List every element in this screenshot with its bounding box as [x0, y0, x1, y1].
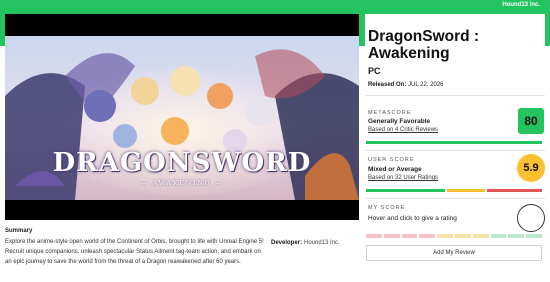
userscore-distribution-bar — [366, 189, 543, 192]
userscore-badge[interactable]: 5.9 — [517, 154, 545, 182]
my-score-circle[interactable] — [517, 204, 545, 232]
metascore-distribution-bar — [366, 141, 542, 144]
myscore-label: MY SCORE — [368, 205, 406, 211]
hero-media[interactable]: DRAGONSWORD — AWAKENING — — [5, 14, 359, 220]
platform-label: PC — [368, 66, 381, 76]
rating-8[interactable] — [490, 234, 507, 238]
critic-reviews-link[interactable]: Based on 4 Critic Reviews — [368, 127, 438, 133]
publisher-name[interactable]: Hound13 Inc. — [502, 2, 540, 8]
rating-prompt: Hover and click to give a rating — [368, 215, 457, 222]
add-review-button[interactable]: Add My Review — [366, 245, 542, 261]
release-date: Released On: JUL 22, 2026 — [368, 82, 444, 88]
summary-heading: Summary — [5, 228, 33, 234]
metascore-verdict: Generally Favorable — [368, 118, 431, 125]
rating-9[interactable] — [508, 234, 525, 238]
key-art-image: DRAGONSWORD — AWAKENING — — [5, 36, 359, 200]
score-panel: DragonSword : Awakening PC Released On: … — [365, 14, 545, 282]
userscore-label: USER SCORE — [368, 157, 415, 163]
rating-scale[interactable] — [366, 234, 542, 238]
game-logo: DRAGONSWORD — [52, 148, 312, 178]
rating-10[interactable] — [526, 234, 542, 238]
userscore-verdict: Mixed or Average — [368, 166, 422, 173]
divider — [365, 198, 545, 199]
released-label: Released On: — [368, 82, 407, 88]
game-logo-subtitle: — AWAKENING — — [140, 180, 224, 187]
positive-segment — [366, 141, 542, 144]
summary-text: Explore the anime-style open world of th… — [5, 239, 264, 265]
developer-info: Developer: Hound13 Inc. — [271, 240, 340, 246]
divider — [365, 95, 545, 96]
rating-6[interactable] — [454, 234, 471, 238]
top-bar: Hound13 Inc. — [0, 0, 550, 14]
user-ratings-link[interactable]: Based on 32 User Ratings — [368, 175, 438, 181]
developer-label: Developer: — [271, 240, 303, 246]
rating-3[interactable] — [401, 234, 418, 238]
metascore-label: METASCORE — [368, 110, 412, 116]
metascore-badge[interactable]: 80 — [518, 108, 544, 134]
rating-2[interactable] — [383, 234, 400, 238]
rating-7[interactable] — [472, 234, 489, 238]
rating-5[interactable] — [437, 234, 453, 238]
rating-4[interactable] — [419, 234, 436, 238]
mixed-segment — [447, 189, 485, 192]
divider — [365, 150, 545, 151]
released-date: JUL 22, 2026 — [408, 82, 444, 88]
negative-segment — [486, 189, 543, 192]
rating-1[interactable] — [366, 234, 382, 238]
positive-segment — [366, 189, 446, 192]
developer-link[interactable]: Hound13 Inc. — [304, 240, 340, 246]
game-title: DragonSword : Awakening — [368, 28, 480, 62]
